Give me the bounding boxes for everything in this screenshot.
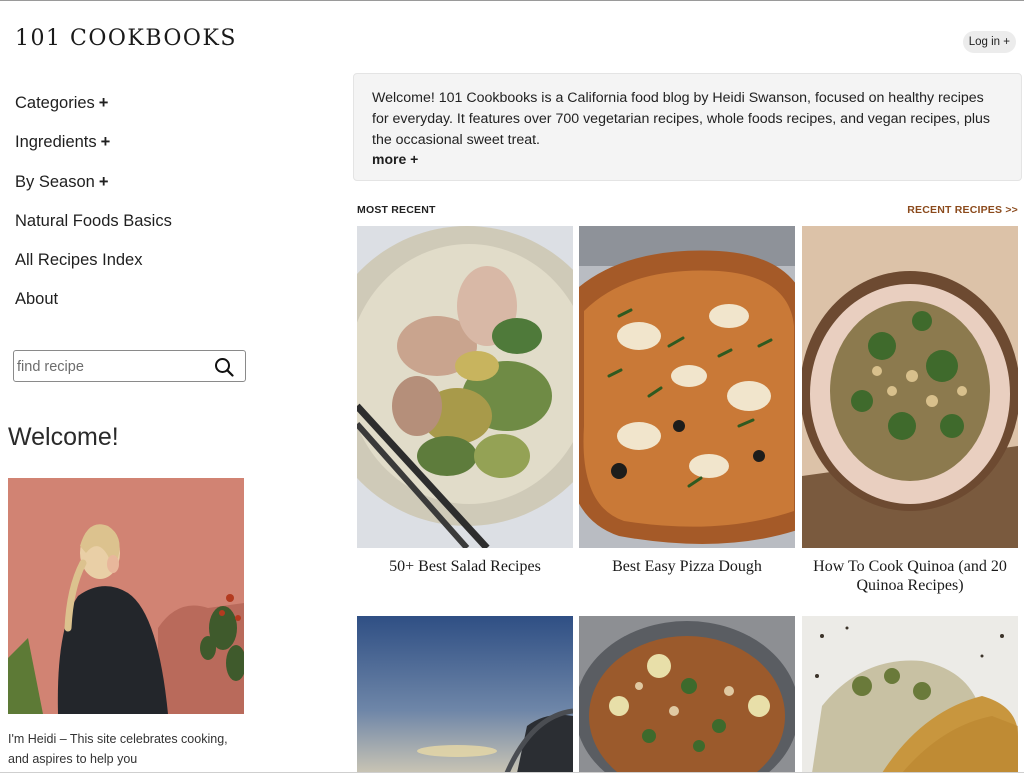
nav-item-label: About — [15, 290, 59, 309]
more-link[interactable]: more + — [372, 151, 1003, 167]
recipe-card-image[interactable] — [357, 616, 573, 773]
nav-item-label: By Season — [15, 172, 95, 191]
recipe-card-title[interactable]: Best Easy Pizza Dough — [579, 557, 795, 576]
sidebar-nav: Categories + Ingredients + By Season + Natu… — [15, 94, 172, 330]
recipe-card-image[interactable] — [579, 226, 795, 548]
welcome-box: Welcome! 101 Cookbooks is a California f… — [353, 73, 1022, 181]
welcome-heading: Welcome! — [8, 423, 119, 451]
recipe-card-image[interactable] — [579, 616, 795, 773]
nav-item-label: Categories — [15, 94, 95, 112]
nav-item-ingredients[interactable]: Ingredients + — [15, 133, 172, 172]
top-border — [0, 0, 1024, 1]
nav-item-all-recipes-index[interactable]: All Recipes Index — [15, 251, 172, 290]
recipe-card-image[interactable] — [357, 226, 573, 548]
expand-plus-icon[interactable]: + — [101, 133, 111, 152]
search-icon[interactable] — [214, 357, 234, 377]
nav-item-label: Natural Foods Basics — [15, 211, 172, 230]
site-logo[interactable]: 101 COOKBOOKS — [15, 26, 237, 51]
author-photo — [8, 478, 244, 714]
nav-item-natural-foods-basics[interactable]: Natural Foods Basics — [15, 212, 172, 251]
nav-item-label: Ingredients — [15, 133, 97, 152]
section-label: MOST RECENT — [357, 204, 436, 216]
nav-item-by-season[interactable]: By Season + — [15, 173, 172, 212]
search-box — [13, 350, 246, 382]
expand-plus-icon[interactable]: + — [99, 173, 109, 192]
nav-item-categories[interactable]: Categories + — [15, 94, 172, 133]
recipe-card-title[interactable]: 50+ Best Salad Recipes — [357, 557, 573, 576]
author-intro-text: I'm Heidi – This site celebrates cooking… — [8, 732, 228, 766]
recent-recipes-link[interactable]: RECENT RECIPES >> — [907, 204, 1018, 216]
search-input[interactable] — [17, 357, 207, 377]
recipe-card-title[interactable]: How To Cook Quinoa (and 20 Quinoa Recipe… — [802, 557, 1018, 595]
recipe-card-image[interactable] — [802, 616, 1018, 773]
expand-plus-icon[interactable]: + — [99, 94, 109, 113]
login-button[interactable]: Log in + — [962, 31, 1016, 53]
recipe-card-image[interactable] — [802, 226, 1018, 548]
nav-item-label: All Recipes Index — [15, 251, 143, 270]
nav-item-about[interactable]: About — [15, 290, 172, 329]
welcome-text: Welcome! 101 Cookbooks is a California f… — [372, 90, 991, 148]
